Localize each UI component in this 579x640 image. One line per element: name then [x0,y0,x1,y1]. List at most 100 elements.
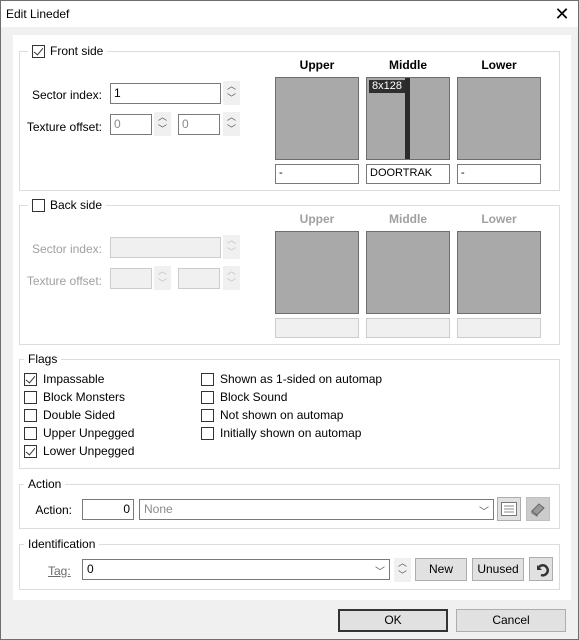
identification-group: Identification Tag: 0 ﹀ ︿ ﹀ New Unused [19,537,560,590]
back-middle-texture-preview[interactable] [366,231,450,314]
flag-impassable[interactable]: Impassable [24,372,104,386]
back-sector-index-spinner[interactable]: ︿ ﹀ [223,235,240,259]
flag-double-sided[interactable]: Double Sided [24,408,115,422]
back-lower-texture-preview[interactable] [457,231,541,314]
flag-checkbox[interactable] [24,408,37,422]
back-sector-index-label: Sector index: [31,242,102,256]
flag-lower-unpegged[interactable]: Lower Unpegged [24,444,134,458]
browse-action-button[interactable] [497,497,521,521]
front-side-legend[interactable]: Front side [28,44,108,58]
front-sector-index-spinner[interactable]: ︿ ﹀ [223,81,240,105]
tag-combo[interactable]: 0 ﹀ [82,559,390,580]
flag-label: Shown as 1-sided on automap [220,372,383,386]
tag-link[interactable]: Tag: [48,564,71,578]
flags-label: Flags [28,352,58,366]
back-side-checkbox[interactable] [32,198,45,212]
front-side-group: Front side Sector index: 1 ︿ ﹀ Texture of… [19,44,560,191]
content-panel: Front side Sector index: 1 ︿ ﹀ Texture of… [13,35,571,600]
tag-spinner[interactable]: ︿ ﹀ [394,558,411,582]
flag-not-shown[interactable]: Not shown on automap [201,408,343,422]
front-middle-header: Middle [389,58,427,72]
ok-button[interactable]: OK [338,609,448,632]
back-offset-y-spinner[interactable]: ︿ ﹀ [223,266,240,290]
back-offset-x-spinner[interactable]: ︿ ﹀ [154,266,171,290]
identification-legend: Identification [24,537,100,551]
flag-checkbox[interactable] [24,390,37,404]
texture-size-badge: 8x128 [369,80,405,93]
back-lower-texture-input[interactable] [457,318,541,338]
chevron-down-icon: ﹀ [375,567,385,578]
back-side-group: Back side Sector index: ︿ ﹀ Texture offse… [19,198,560,345]
flags-group: Flags Impassable Block Monsters Double S… [19,352,560,469]
front-lower-texture-input[interactable]: - [457,164,541,184]
front-lower-header: Lower [481,58,517,72]
back-offset-y-input[interactable] [178,268,220,289]
back-middle-header: Middle [389,212,427,226]
flag-label: Lower Unpegged [43,444,135,458]
flag-checkbox[interactable] [201,390,214,404]
action-help-button[interactable] [526,497,550,521]
flag-initially-shown[interactable]: Initially shown on automap [201,426,361,440]
new-tag-button[interactable]: New [415,558,467,581]
flag-upper-unpegged[interactable]: Upper Unpegged [24,426,134,440]
list-icon [501,502,517,516]
front-side-label: Front side [50,44,104,58]
action-label: Action: [35,503,72,517]
chevron-down-icon: ﹀ [479,507,489,518]
front-offset-x-input[interactable]: 0 [110,114,152,135]
flag-label: Impassable [43,372,105,386]
front-middle-texture-input[interactable]: DOORTRAK [366,164,450,184]
back-side-legend[interactable]: Back side [28,198,107,212]
reset-tag-button[interactable] [529,557,553,581]
title-bar: Edit Linedef ✕ [1,1,578,27]
tag-value: 0 [87,562,94,576]
action-number-input[interactable]: 0 [82,499,134,520]
front-offset-y-spinner[interactable]: ︿ ﹀ [223,112,240,136]
identification-label: Identification [28,537,96,551]
flags-legend: Flags [24,352,62,366]
flag-checkbox[interactable] [24,372,37,386]
front-sector-index-label: Sector index: [31,88,102,102]
flag-block-monsters[interactable]: Block Monsters [24,390,125,404]
action-select-value: None [144,502,173,516]
unused-tag-button[interactable]: Unused [472,558,524,581]
back-upper-header: Upper [299,212,335,226]
action-legend: Action [24,477,66,491]
flag-label: Initially shown on automap [220,426,362,440]
front-side-checkbox[interactable] [32,44,45,58]
front-upper-texture-preview[interactable] [275,77,359,160]
front-offset-y-input[interactable]: 0 [178,114,220,135]
flag-block-sound[interactable]: Block Sound [201,390,287,404]
back-upper-texture-preview[interactable] [275,231,359,314]
back-lower-header: Lower [481,212,517,226]
undo-icon [537,564,549,577]
front-texture-offset-label: Texture offset: [26,120,102,134]
flag-checkbox[interactable] [201,426,214,440]
back-upper-texture-input[interactable] [275,318,359,338]
back-sector-index-input[interactable] [110,237,221,258]
front-upper-header: Upper [299,58,335,72]
edit-linedef-dialog: Edit Linedef ✕ Front side Sector index: … [0,0,579,640]
front-middle-texture-preview[interactable]: 8x128 [366,77,450,160]
flag-checkbox[interactable] [24,444,37,458]
flag-shown-1-sided[interactable]: Shown as 1-sided on automap [201,372,382,386]
flag-label: Not shown on automap [220,408,344,422]
flag-checkbox[interactable] [201,408,214,422]
close-icon[interactable]: ✕ [552,4,572,24]
flag-label: Block Sound [220,390,288,404]
flag-checkbox[interactable] [24,426,37,440]
texture-strip [405,78,410,159]
window-title: Edit Linedef [6,7,70,21]
back-offset-x-input[interactable] [110,268,152,289]
flag-checkbox[interactable] [201,372,214,386]
front-lower-texture-preview[interactable] [457,77,541,160]
front-upper-texture-input[interactable]: - [275,164,359,184]
flag-label: Upper Unpegged [43,426,135,440]
book-icon [531,503,545,517]
back-middle-texture-input[interactable] [366,318,450,338]
action-select[interactable]: None ﹀ [139,499,494,520]
front-offset-x-spinner[interactable]: ︿ ﹀ [154,112,171,136]
cancel-button[interactable]: Cancel [456,609,566,632]
flag-label: Double Sided [43,408,116,422]
front-sector-index-input[interactable]: 1 [110,83,221,104]
